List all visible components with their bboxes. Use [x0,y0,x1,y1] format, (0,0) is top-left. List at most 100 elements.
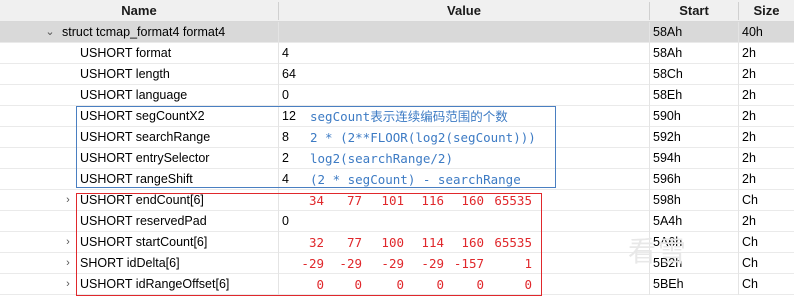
column-header-value[interactable]: Value [279,0,649,22]
array-value: 160 [461,235,484,250]
cell-divider [738,274,739,295]
row-value: 64 [282,67,296,81]
cell-divider [738,106,739,127]
array-value: -29 [421,256,444,271]
cell-divider [278,22,279,43]
tree-row-endcount[interactable]: › USHORT endCount[6] 34 77 101 116 160 65535 … [0,190,794,211]
cell-divider [649,274,650,295]
tree-row-startcount[interactable]: › USHORT startCount[6] 32 77 100 114 160 6553… [0,232,794,253]
row-name: USHORT endCount[6] [80,193,204,207]
cell-divider [278,232,279,253]
row-name: USHORT segCountX2 [80,109,205,123]
row-size: 40h [742,25,763,39]
cell-divider [738,253,739,274]
tree-row-length[interactable]: USHORT length 64 58Ch 2h [0,64,794,85]
cell-divider [738,169,739,190]
row-name: USHORT startCount[6] [80,235,208,249]
row-name: USHORT entrySelector [80,151,210,165]
row-name: struct tcmap_format4 format4 [62,25,226,39]
cell-divider [278,253,279,274]
row-start: 594h [653,151,681,165]
cell-divider [738,85,739,106]
row-value: 4 [282,46,289,60]
tree-row-entryselector[interactable]: USHORT entrySelector 2 log2(searchRange/… [0,148,794,169]
row-size: Ch [742,277,758,291]
array-value: 34 [308,193,324,208]
array-value: 0 [436,277,444,292]
row-start: 592h [653,130,681,144]
row-value: 12 [282,109,296,123]
row-size: 2h [742,109,756,123]
annotation-entryselector: log2(searchRange/2) [310,151,453,166]
cell-divider [278,43,279,64]
tree-row-searchrange[interactable]: USHORT searchRange 8 2 * (2**FLOOR(log2(… [0,127,794,148]
tree-row-rangeshift[interactable]: USHORT rangeShift 4 (2 * segCount) - sea… [0,169,794,190]
array-values-startcount: 32 77 100 114 160 65535 [292,232,532,253]
array-value: 0 [476,277,484,292]
row-size: 2h [742,172,756,186]
cell-divider [649,211,650,232]
array-value: 116 [421,193,444,208]
row-size: 2h [742,88,756,102]
array-value: 77 [346,235,362,250]
array-values-endcount: 34 77 101 116 160 65535 [292,190,532,211]
array-value: 32 [308,235,324,250]
row-start: 5A6h [653,235,683,249]
annotation-rangeshift: (2 * segCount) - searchRange [310,172,521,187]
array-value: 0 [396,277,404,292]
cell-divider [278,190,279,211]
tree-row-language[interactable]: USHORT language 0 58Eh 2h [0,85,794,106]
row-name: USHORT idRangeOffset[6] [80,277,230,291]
cell-divider [738,190,739,211]
column-header-row: Name Value Start Size [0,0,794,22]
array-value: -29 [381,256,404,271]
cell-divider [278,274,279,295]
row-name: USHORT language [80,88,188,102]
row-size: 2h [742,214,756,228]
cell-divider [278,64,279,85]
row-size: Ch [742,256,758,270]
array-value: 0 [354,277,362,292]
array-value: 77 [346,193,362,208]
chevron-down-icon[interactable]: ⌄ [44,22,56,43]
tree-row-format4[interactable]: ⌄ struct tcmap_format4 format4 58Ah 40h [0,22,794,43]
cell-divider [278,106,279,127]
cell-divider [649,127,650,148]
cell-divider [649,232,650,253]
row-start: 58Eh [653,88,683,102]
chevron-right-icon[interactable]: › [62,232,74,253]
column-header-size[interactable]: Size [739,0,794,22]
column-header-start[interactable]: Start [650,0,738,22]
cell-divider [649,190,650,211]
array-value: 114 [421,235,444,250]
array-value: 160 [461,193,484,208]
row-start: 58Ah [653,46,683,60]
row-value: 0 [282,214,289,228]
tree-row-format[interactable]: USHORT format 4 58Ah 2h [0,43,794,64]
row-size: 2h [742,46,756,60]
chevron-right-icon[interactable]: › [62,274,74,295]
tree-row-iddelta[interactable]: › SHORT idDelta[6] -29 -29 -29 -29 -157 1 5B2… [0,253,794,274]
row-size: Ch [742,235,758,249]
cell-divider [738,43,739,64]
chevron-right-icon[interactable]: › [62,190,74,211]
cell-divider [278,148,279,169]
cell-divider [278,85,279,106]
cell-divider [649,64,650,85]
array-value: 101 [381,193,404,208]
tree-row-segcountx2[interactable]: USHORT segCountX2 12 segCount表示连续编码范围的个数… [0,106,794,127]
row-value: 0 [282,88,289,102]
cell-divider [649,85,650,106]
annotation-searchrange: 2 * (2**FLOOR(log2(segCount))) [310,130,536,145]
row-size: 2h [742,151,756,165]
row-value [282,22,642,43]
cell-divider [649,169,650,190]
column-header-name[interactable]: Name [0,0,278,22]
row-name: USHORT reservedPad [80,214,207,228]
chevron-right-icon[interactable]: › [62,253,74,274]
array-values-iddelta: -29 -29 -29 -29 -157 1 [292,253,532,274]
array-value: -29 [339,256,362,271]
tree-row-idrangeoffset[interactable]: › USHORT idRangeOffset[6] 0 0 0 0 0 0 5BEh Ch [0,274,794,295]
tree-row-reservedpad[interactable]: USHORT reservedPad 0 5A4h 2h [0,211,794,232]
array-value: 0 [524,277,532,292]
